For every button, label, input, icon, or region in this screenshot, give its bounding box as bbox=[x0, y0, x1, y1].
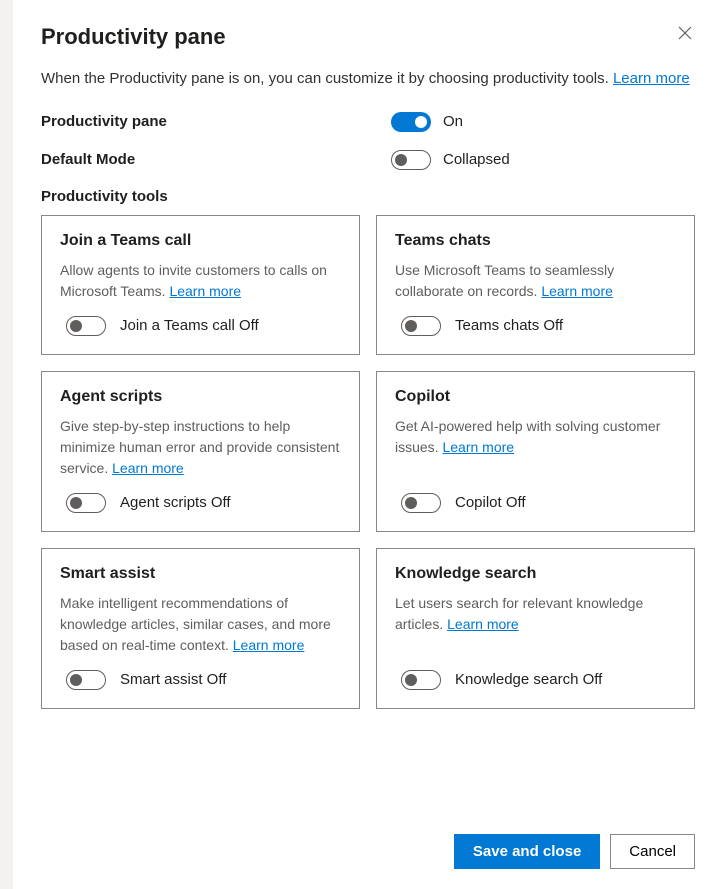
pane-toggle-state: On bbox=[443, 113, 463, 130]
toggle-knob-icon bbox=[405, 674, 417, 686]
intro-text: When the Productivity pane is on, you ca… bbox=[41, 68, 695, 90]
tool-title: Copilot bbox=[395, 388, 676, 406]
pane-toggle[interactable] bbox=[391, 112, 431, 132]
toggle-knob-icon bbox=[405, 497, 417, 509]
tool-desc-text: Give step-by-step instructions to help m… bbox=[60, 418, 339, 476]
knowledge-search-toggle[interactable] bbox=[401, 670, 441, 690]
tool-card-agent-scripts: Agent scripts Give step-by-step instruct… bbox=[41, 371, 360, 532]
toggle-knob-icon bbox=[70, 497, 82, 509]
toggle-knob-icon bbox=[415, 116, 427, 128]
tool-title: Agent scripts bbox=[60, 388, 341, 406]
cancel-button[interactable]: Cancel bbox=[610, 834, 695, 869]
tool-toggle-row: Knowledge search Off bbox=[395, 670, 676, 690]
smart-assist-toggle[interactable] bbox=[66, 670, 106, 690]
dialog-footer: Save and close Cancel bbox=[41, 814, 695, 869]
agent-scripts-toggle[interactable] bbox=[66, 493, 106, 513]
tool-card-join-teams-call: Join a Teams call Allow agents to invite… bbox=[41, 215, 360, 355]
pane-toggle-row: Productivity pane On bbox=[41, 112, 695, 132]
tool-desc-text: Let users search for relevant knowledge … bbox=[395, 595, 643, 632]
intro-body: When the Productivity pane is on, you ca… bbox=[41, 70, 613, 87]
tool-toggle-label: Join a Teams call Off bbox=[120, 317, 259, 334]
tool-card-copilot: Copilot Get AI-powered help with solving… bbox=[376, 371, 695, 532]
tool-toggle-row: Join a Teams call Off bbox=[60, 316, 341, 336]
tool-desc-text: Get AI-powered help with solving custome… bbox=[395, 418, 660, 455]
tools-heading: Productivity tools bbox=[41, 188, 695, 205]
toggle-knob-icon bbox=[395, 154, 407, 166]
tool-card-smart-assist: Smart assist Make intelligent recommenda… bbox=[41, 548, 360, 709]
toggle-knob-icon bbox=[70, 674, 82, 686]
tool-toggle-row: Copilot Off bbox=[395, 493, 676, 513]
tool-description: Give step-by-step instructions to help m… bbox=[60, 416, 341, 479]
tool-toggle-label: Knowledge search Off bbox=[455, 671, 602, 688]
tool-description: Let users search for relevant knowledge … bbox=[395, 593, 676, 635]
dialog-title: Productivity pane bbox=[41, 24, 226, 50]
tool-toggle-row: Smart assist Off bbox=[60, 670, 341, 690]
tool-learn-more-link[interactable]: Learn more bbox=[169, 283, 241, 299]
copilot-toggle[interactable] bbox=[401, 493, 441, 513]
tool-description: Use Microsoft Teams to seamlessly collab… bbox=[395, 260, 676, 302]
tool-toggle-label: Agent scripts Off bbox=[120, 494, 231, 511]
mode-label: Default Mode bbox=[41, 151, 391, 168]
tool-title: Knowledge search bbox=[395, 565, 676, 583]
mode-toggle-row: Default Mode Collapsed bbox=[41, 150, 695, 170]
tool-learn-more-link[interactable]: Learn more bbox=[541, 283, 613, 299]
mode-toggle-state: Collapsed bbox=[443, 151, 510, 168]
tool-card-knowledge-search: Knowledge search Let users search for re… bbox=[376, 548, 695, 709]
join-teams-call-toggle[interactable] bbox=[66, 316, 106, 336]
tool-learn-more-link[interactable]: Learn more bbox=[112, 460, 184, 476]
intro-learn-more-link[interactable]: Learn more bbox=[613, 70, 690, 87]
mode-toggle[interactable] bbox=[391, 150, 431, 170]
tool-description: Make intelligent recommendations of know… bbox=[60, 593, 341, 656]
tool-toggle-label: Copilot Off bbox=[455, 494, 526, 511]
tool-toggle-row: Teams chats Off bbox=[395, 316, 676, 336]
teams-chats-toggle[interactable] bbox=[401, 316, 441, 336]
tool-learn-more-link[interactable]: Learn more bbox=[442, 439, 514, 455]
tool-toggle-row: Agent scripts Off bbox=[60, 493, 341, 513]
tool-toggle-label: Teams chats Off bbox=[455, 317, 563, 334]
tool-learn-more-link[interactable]: Learn more bbox=[447, 616, 519, 632]
close-button[interactable] bbox=[675, 24, 695, 44]
tool-title: Join a Teams call bbox=[60, 232, 341, 250]
pane-label: Productivity pane bbox=[41, 113, 391, 130]
productivity-pane-dialog: Productivity pane When the Productivity … bbox=[13, 0, 723, 889]
close-icon bbox=[677, 25, 693, 44]
tools-grid: Join a Teams call Allow agents to invite… bbox=[41, 215, 695, 709]
save-and-close-button[interactable]: Save and close bbox=[454, 834, 600, 869]
tool-description: Get AI-powered help with solving custome… bbox=[395, 416, 676, 458]
tool-toggle-label: Smart assist Off bbox=[120, 671, 226, 688]
tool-title: Teams chats bbox=[395, 232, 676, 250]
tool-learn-more-link[interactable]: Learn more bbox=[233, 637, 305, 653]
tool-card-teams-chats: Teams chats Use Microsoft Teams to seaml… bbox=[376, 215, 695, 355]
dialog-header: Productivity pane bbox=[41, 24, 695, 50]
toggle-knob-icon bbox=[405, 320, 417, 332]
tool-title: Smart assist bbox=[60, 565, 341, 583]
toggle-knob-icon bbox=[70, 320, 82, 332]
tool-description: Allow agents to invite customers to call… bbox=[60, 260, 341, 302]
